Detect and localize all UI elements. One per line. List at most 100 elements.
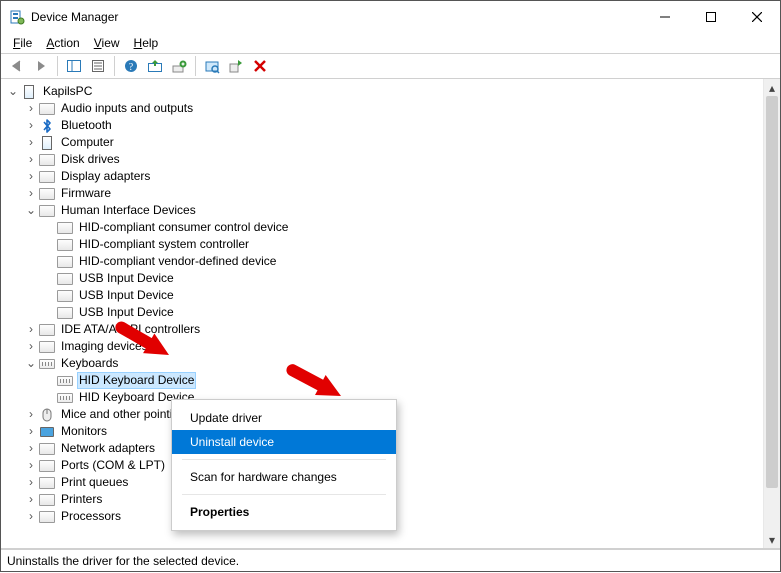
hid-icon <box>57 254 73 270</box>
tree-device[interactable]: USB Input Device <box>41 270 763 287</box>
expander-icon[interactable]: › <box>23 321 39 338</box>
scroll-up-button[interactable]: ▴ <box>764 79 780 96</box>
kbd-icon <box>39 356 55 372</box>
scan-hardware-button[interactable] <box>200 55 224 77</box>
vertical-scrollbar[interactable]: ▴ ▾ <box>763 79 780 548</box>
expander-icon[interactable]: › <box>23 508 39 525</box>
monitor-icon <box>39 424 55 440</box>
bt-icon <box>39 118 55 134</box>
expander-icon[interactable]: › <box>23 100 39 117</box>
tree-device-label: HID-compliant consumer control device <box>77 219 290 236</box>
tree-device-label: USB Input Device <box>77 304 176 321</box>
tree-device[interactable]: HID-compliant consumer control device <box>41 219 763 236</box>
toolbar-separator <box>114 56 115 76</box>
tree-root[interactable]: ⌄ KapilsPC <box>5 83 763 100</box>
tree-category-label: IDE ATA/ATAPI controllers <box>59 321 202 338</box>
expander-icon[interactable]: › <box>23 474 39 491</box>
hid-icon <box>39 203 55 219</box>
expander-icon[interactable]: ⌄ <box>5 83 21 100</box>
close-button[interactable] <box>734 1 780 33</box>
tree-category[interactable]: › IDE ATA/ATAPI controllers <box>23 321 763 338</box>
forward-button[interactable] <box>29 55 53 77</box>
mouse-icon <box>39 407 55 423</box>
tree-device[interactable]: HID Keyboard Device <box>41 389 763 406</box>
scroll-thumb[interactable] <box>766 96 778 488</box>
menu-bar: File Action View Help <box>1 33 780 53</box>
window-buttons <box>642 1 780 33</box>
help-button[interactable]: ? <box>119 55 143 77</box>
tree-device[interactable]: USB Input Device <box>41 287 763 304</box>
pc-icon <box>39 135 55 151</box>
menu-help[interactable]: Help <box>128 35 165 51</box>
scroll-track[interactable] <box>764 96 780 531</box>
tree-category[interactable]: ⌄ Keyboards <box>23 355 763 372</box>
cpu-icon <box>39 509 55 525</box>
tree-category[interactable]: ›Firmware <box>23 185 763 202</box>
tree-device[interactable]: USB Input Device <box>41 304 763 321</box>
title-bar: Device Manager <box>1 1 780 33</box>
hid-icon <box>57 305 73 321</box>
tree-category[interactable]: ›Bluetooth <box>23 117 763 134</box>
imaging-icon <box>39 339 55 355</box>
tree-device-label: USB Input Device <box>77 270 176 287</box>
expander-icon[interactable]: › <box>23 440 39 457</box>
tree-category[interactable]: ⌄Human Interface Devices <box>23 202 763 219</box>
tree-category[interactable]: ›Display adapters <box>23 168 763 185</box>
chip-icon <box>39 186 55 202</box>
update-driver-button[interactable] <box>143 55 167 77</box>
menu-view[interactable]: View <box>88 35 126 51</box>
hid-icon <box>57 271 73 287</box>
expander-icon[interactable]: › <box>23 134 39 151</box>
hid-icon <box>57 220 73 236</box>
maximize-button[interactable] <box>688 1 734 33</box>
print-icon <box>39 492 55 508</box>
context-menu-item[interactable]: Scan for hardware changes <box>172 465 396 489</box>
tree-category[interactable]: ›Audio inputs and outputs <box>23 100 763 117</box>
context-menu-item[interactable]: Update driver <box>172 406 396 430</box>
tree-category[interactable]: › Disk drives <box>23 151 763 168</box>
tree-category-label: Printers <box>59 491 104 508</box>
expander-icon[interactable]: › <box>23 168 39 185</box>
tree-category-label: Print queues <box>59 474 130 491</box>
expander-icon[interactable]: › <box>23 338 39 355</box>
expander-icon[interactable]: › <box>23 151 39 168</box>
expander-icon[interactable]: › <box>23 491 39 508</box>
properties-button[interactable] <box>86 55 110 77</box>
context-menu-item[interactable]: Uninstall device <box>172 430 396 454</box>
tree-category[interactable]: ›Computer <box>23 134 763 151</box>
show-hide-console-tree-button[interactable] <box>62 55 86 77</box>
ide-icon <box>39 322 55 338</box>
uninstall-device-button[interactable] <box>167 55 191 77</box>
expander-icon[interactable]: › <box>23 423 39 440</box>
hid-icon <box>57 237 73 253</box>
expander-icon[interactable]: › <box>23 185 39 202</box>
tree-category-label: Imaging devices <box>59 338 150 355</box>
expander-icon[interactable]: ⌄ <box>23 355 39 372</box>
context-menu-item[interactable]: Properties <box>172 500 396 524</box>
menu-file[interactable]: File <box>7 35 38 51</box>
tree-device[interactable]: HID Keyboard Device <box>41 372 763 389</box>
minimize-button[interactable] <box>642 1 688 33</box>
kbd-icon <box>57 373 73 389</box>
tree-device-label: HID-compliant vendor-defined device <box>77 253 278 270</box>
menu-action[interactable]: Action <box>40 35 85 51</box>
back-button[interactable] <box>5 55 29 77</box>
tree-category-label: Keyboards <box>59 355 120 372</box>
disable-device-button[interactable] <box>224 55 248 77</box>
expander-icon[interactable]: › <box>23 117 39 134</box>
expander-icon[interactable]: › <box>23 406 39 423</box>
scroll-down-button[interactable]: ▾ <box>764 531 780 548</box>
toolbar: ? <box>1 53 780 79</box>
print-icon <box>39 475 55 491</box>
tree-root-label: KapilsPC <box>41 83 94 100</box>
status-text: Uninstalls the driver for the selected d… <box>7 554 239 568</box>
tree-device[interactable]: HID-compliant system controller <box>41 236 763 253</box>
remove-device-button[interactable] <box>248 55 272 77</box>
expander-icon[interactable]: › <box>23 457 39 474</box>
tree-category-label: Ports (COM & LPT) <box>59 457 167 474</box>
expander-icon[interactable]: ⌄ <box>23 202 39 219</box>
tree-category[interactable]: › Imaging devices <box>23 338 763 355</box>
tree-device[interactable]: HID-compliant vendor-defined device <box>41 253 763 270</box>
disk-icon <box>39 152 55 168</box>
tree-category-label: Disk drives <box>59 151 122 168</box>
